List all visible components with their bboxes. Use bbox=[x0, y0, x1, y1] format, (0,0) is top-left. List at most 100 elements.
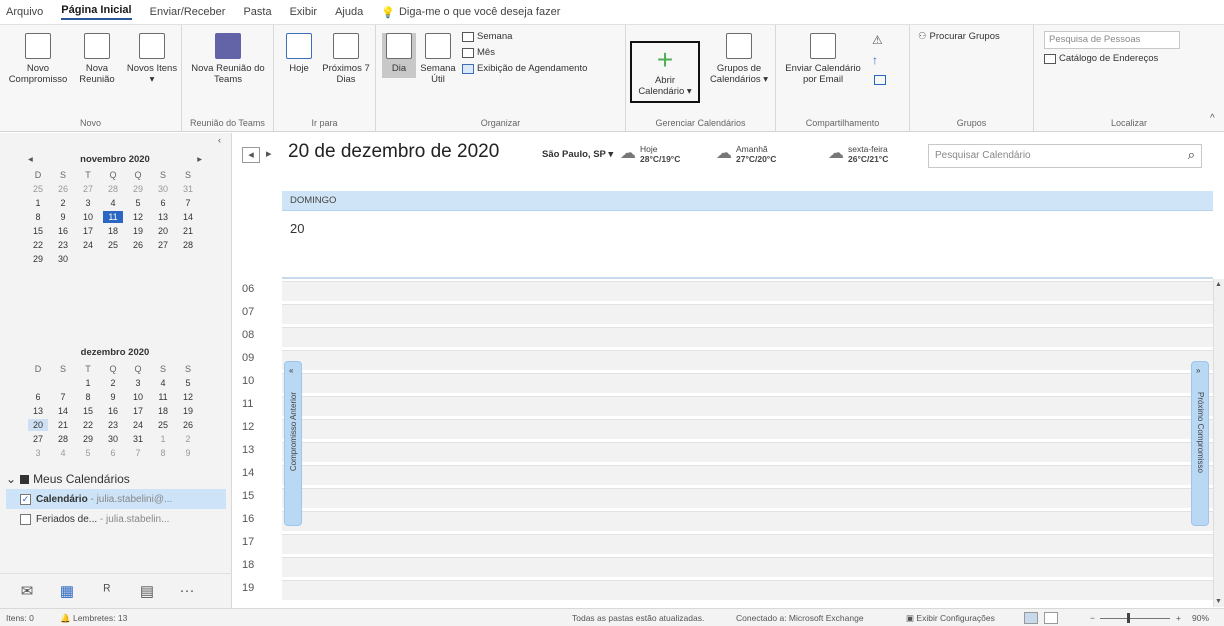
scroll-up-icon[interactable]: ▲ bbox=[1215, 281, 1222, 288]
all-day-area[interactable]: 20 bbox=[282, 211, 1213, 279]
hour-slot[interactable] bbox=[282, 396, 1213, 416]
mini-calendar-day[interactable]: 6 bbox=[28, 391, 48, 403]
hour-slot[interactable] bbox=[282, 304, 1213, 324]
location-dropdown[interactable]: São Paulo, SP ▾ bbox=[542, 149, 613, 160]
mini-calendar-day[interactable]: 25 bbox=[153, 419, 173, 431]
new-appointment-button[interactable]: Novo Compromisso bbox=[8, 33, 68, 85]
mini-calendar-day[interactable]: 27 bbox=[28, 433, 48, 445]
mini-calendar-day[interactable]: 2 bbox=[103, 377, 123, 389]
mini-calendar-day[interactable]: 1 bbox=[78, 377, 98, 389]
next-day-button[interactable]: ▸ bbox=[266, 147, 272, 160]
mini-calendar-day[interactable]: 1 bbox=[28, 197, 48, 209]
schedule-view-button[interactable]: Exibição de Agendamento bbox=[462, 63, 587, 74]
mini-calendar-day[interactable]: 9 bbox=[178, 447, 198, 459]
new-items-button[interactable]: Novos Itens ▾ bbox=[126, 33, 178, 85]
mini-calendar-day[interactable]: 25 bbox=[28, 183, 48, 195]
mini-calendar-day[interactable]: 10 bbox=[78, 211, 98, 223]
hour-slot[interactable] bbox=[282, 580, 1213, 600]
month-view-button[interactable]: Mês bbox=[462, 47, 495, 58]
mini-calendar-day[interactable]: 8 bbox=[78, 391, 98, 403]
mini-calendar-day[interactable]: 20 bbox=[28, 419, 48, 431]
mini-calendar-day[interactable]: 2 bbox=[53, 197, 73, 209]
time-grid[interactable]: 06 07 08 09 10 11 12 13 14 15 16 17 18 19 bbox=[238, 281, 1213, 607]
mini-calendar-day[interactable]: 23 bbox=[103, 419, 123, 431]
tab-arquivo[interactable]: Arquivo bbox=[6, 6, 43, 18]
weather-friday[interactable]: ☁ sexta-feira 26°C/21°C bbox=[828, 144, 888, 164]
mini-calendar-day[interactable]: 18 bbox=[103, 225, 123, 237]
mini-calendar-day[interactable]: 30 bbox=[153, 183, 173, 195]
mini-calendar-day[interactable]: 26 bbox=[53, 183, 73, 195]
mini-calendar-day[interactable]: 6 bbox=[153, 197, 173, 209]
mini-calendar-day[interactable]: 22 bbox=[78, 419, 98, 431]
calendar-groups-button[interactable]: Grupos de Calendários ▾ bbox=[706, 33, 772, 85]
mini-calendar-day[interactable]: 23 bbox=[53, 239, 73, 251]
work-week-button[interactable]: Semana Útil bbox=[418, 33, 458, 85]
holidays-calendar-item[interactable]: Feriados de... - julia.stabelin... bbox=[6, 509, 226, 529]
scroll-down-icon[interactable]: ▼ bbox=[1215, 598, 1222, 605]
mini-calendar-day[interactable]: 24 bbox=[128, 419, 148, 431]
tell-me-box[interactable]: 💡 Diga-me o que você deseja fazer bbox=[381, 6, 560, 19]
mini-calendar-day[interactable]: 25 bbox=[103, 239, 123, 251]
open-calendar-button[interactable]: + Abrir Calendário ▾ bbox=[630, 41, 700, 103]
mini-calendar-day[interactable]: 31 bbox=[178, 183, 198, 195]
weather-tomorrow[interactable]: ☁ Amanhã 27°C/20°C bbox=[716, 144, 776, 164]
mini-calendar-day[interactable]: 15 bbox=[78, 405, 98, 417]
mini-calendar-day[interactable]: 5 bbox=[178, 377, 198, 389]
people-search-input[interactable]: Pesquisa de Pessoas bbox=[1044, 31, 1180, 49]
email-calendar-button[interactable]: Enviar Calendário por Email bbox=[782, 33, 864, 85]
mini-calendar-day[interactable]: 30 bbox=[103, 433, 123, 445]
hour-slot[interactable] bbox=[282, 534, 1213, 554]
more-icon[interactable]: ··· bbox=[176, 582, 198, 599]
mini-calendar-day[interactable]: 15 bbox=[28, 225, 48, 237]
group-checkbox[interactable] bbox=[20, 474, 30, 484]
reading-view-button[interactable] bbox=[1044, 612, 1058, 624]
mini-calendar-day[interactable]: 19 bbox=[128, 225, 148, 237]
today-button[interactable]: Hoje bbox=[280, 33, 318, 74]
weather-today[interactable]: ☁ Hoje 28°C/19°C bbox=[620, 144, 680, 164]
next-appointment-tab[interactable]: » Próximo Compromisso bbox=[1191, 361, 1209, 526]
reminders[interactable]: 🔔 Lembretes: 13 bbox=[60, 613, 127, 624]
next-month-icon[interactable]: ▸ bbox=[197, 154, 202, 165]
mini-calendar-day[interactable]: 8 bbox=[153, 447, 173, 459]
zoom-slider[interactable] bbox=[1100, 618, 1170, 619]
mini-calendar-day[interactable]: 4 bbox=[103, 197, 123, 209]
mini-calendar-day[interactable]: 9 bbox=[103, 391, 123, 403]
my-calendars-header[interactable]: ⌄ Meus Calendários bbox=[6, 469, 226, 489]
collapse-ribbon-icon[interactable]: ^ bbox=[1210, 113, 1215, 124]
mini-calendar-day[interactable]: 24 bbox=[78, 239, 98, 251]
new-teams-meeting-button[interactable]: Nova Reunião do Teams bbox=[190, 33, 266, 85]
mini-calendar-day[interactable]: 4 bbox=[53, 447, 73, 459]
new-meeting-button[interactable]: Nova Reunião bbox=[68, 33, 126, 85]
tab-ajuda[interactable]: Ajuda bbox=[335, 6, 363, 18]
mini-calendar-day[interactable]: 31 bbox=[128, 433, 148, 445]
display-settings[interactable]: ▣ Exibir Configurações bbox=[906, 613, 995, 624]
mini-calendar-day[interactable]: 1 bbox=[153, 433, 173, 445]
prev-day-button[interactable]: ◂ bbox=[242, 147, 260, 163]
mini-calendar-day[interactable]: 9 bbox=[53, 211, 73, 223]
calendar-item[interactable]: ✓ Calendário - julia.stabelini@... bbox=[6, 489, 226, 509]
search-icon[interactable]: ⌕ bbox=[1188, 147, 1195, 163]
share-icon[interactable]: ⚠ bbox=[872, 33, 883, 47]
mini-calendar-day[interactable]: 5 bbox=[128, 197, 148, 209]
hour-slot[interactable] bbox=[282, 419, 1213, 439]
calendar-checkbox[interactable]: ✓ bbox=[20, 493, 31, 505]
mini-calendar-day[interactable]: 11 bbox=[153, 391, 173, 403]
mini-calendar-day[interactable]: 11 bbox=[103, 211, 123, 223]
tab-enviar-receber[interactable]: Enviar/Receber bbox=[150, 6, 226, 18]
hour-slot[interactable] bbox=[282, 350, 1213, 370]
zoom-in-button[interactable]: + bbox=[1176, 613, 1181, 623]
permissions-icon[interactable] bbox=[874, 75, 886, 85]
holidays-checkbox[interactable] bbox=[20, 513, 31, 525]
prev-month-icon[interactable]: ◂ bbox=[28, 154, 33, 165]
address-book-button[interactable]: Catálogo de Endereços bbox=[1044, 53, 1158, 64]
mini-calendar-day[interactable]: 29 bbox=[78, 433, 98, 445]
normal-view-button[interactable] bbox=[1024, 612, 1038, 624]
mini-calendar-day[interactable]: 27 bbox=[78, 183, 98, 195]
mini-calendar-day[interactable]: 17 bbox=[128, 405, 148, 417]
mini-calendar-day[interactable]: 19 bbox=[178, 405, 198, 417]
zoom-slider-thumb[interactable] bbox=[1127, 613, 1130, 623]
hour-slot[interactable] bbox=[282, 511, 1213, 531]
mini-calendar-day[interactable]: 21 bbox=[178, 225, 198, 237]
mail-icon[interactable]: ✉ bbox=[16, 582, 38, 600]
mini-calendar-day[interactable]: 13 bbox=[153, 211, 173, 223]
